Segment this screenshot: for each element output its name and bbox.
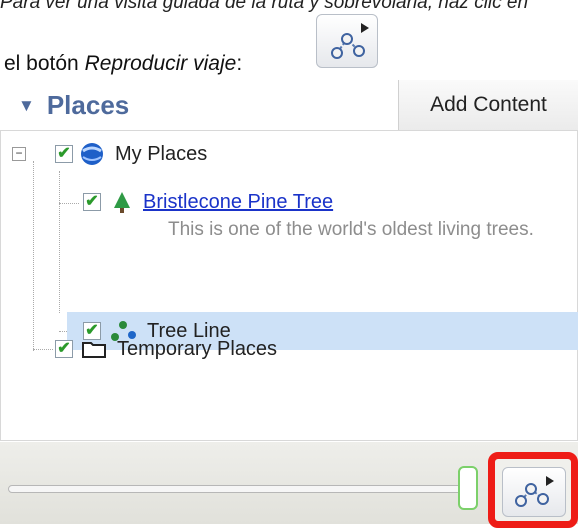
collapse-triangle-icon[interactable]: ▼ [18,96,35,116]
play-tour-button-image [316,14,378,68]
places-header: ▼ Places Add Content [0,80,578,131]
play-tour-icon [331,23,369,59]
tour-slider-thumb[interactable] [458,466,478,510]
bristlecone-link[interactable]: Bristlecone Pine Tree [143,191,333,214]
play-tour-button[interactable] [502,467,566,517]
instruction-suffix: : [236,52,243,75]
collapse-expander-icon[interactable]: − [12,147,26,161]
panel-footer [0,442,578,528]
checkbox-temporary-places[interactable]: ✔ [55,340,73,358]
tree-branch-line [33,349,53,350]
tree-icon [114,192,130,213]
tree-item-temporary-places[interactable]: ✔ Temporary Places [55,330,277,368]
temporary-places-label: Temporary Places [117,337,278,360]
document-top-text: Para ver una visita guiada de la ruta y … [0,0,529,12]
tree-guide-line-root [33,161,34,351]
tree-guide-line [59,171,60,313]
checkbox-my-places[interactable]: ✔ [55,145,73,163]
bristlecone-description: This is one of the world's oldest living… [168,219,534,240]
instruction-prefix: el botón [4,52,85,75]
checkbox-bristlecone[interactable]: ✔ [83,193,101,211]
add-content-button[interactable]: Add Content [398,80,578,130]
instruction-line: el botón Reproducir viaje: [4,52,242,76]
instruction-emphasis: Reproducir viaje [84,52,237,75]
places-title[interactable]: ▼ Places [18,90,129,121]
places-title-label: Places [46,90,130,120]
play-tour-icon [515,476,554,507]
tree-branch-line [59,203,79,204]
tree-item-my-places[interactable]: ✔ My Places [55,135,207,173]
play-tour-highlight [488,452,578,528]
places-tree: − ✔ My Places ✔ Bristlecone Pine Tree Th… [0,131,578,441]
my-places-label: My Places [115,142,208,165]
earth-icon [81,143,103,165]
folder-icon [82,342,106,358]
places-panel: ▼ Places Add Content − ✔ My Places ✔ Bris… [0,80,578,528]
tour-slider-track[interactable] [8,485,462,493]
